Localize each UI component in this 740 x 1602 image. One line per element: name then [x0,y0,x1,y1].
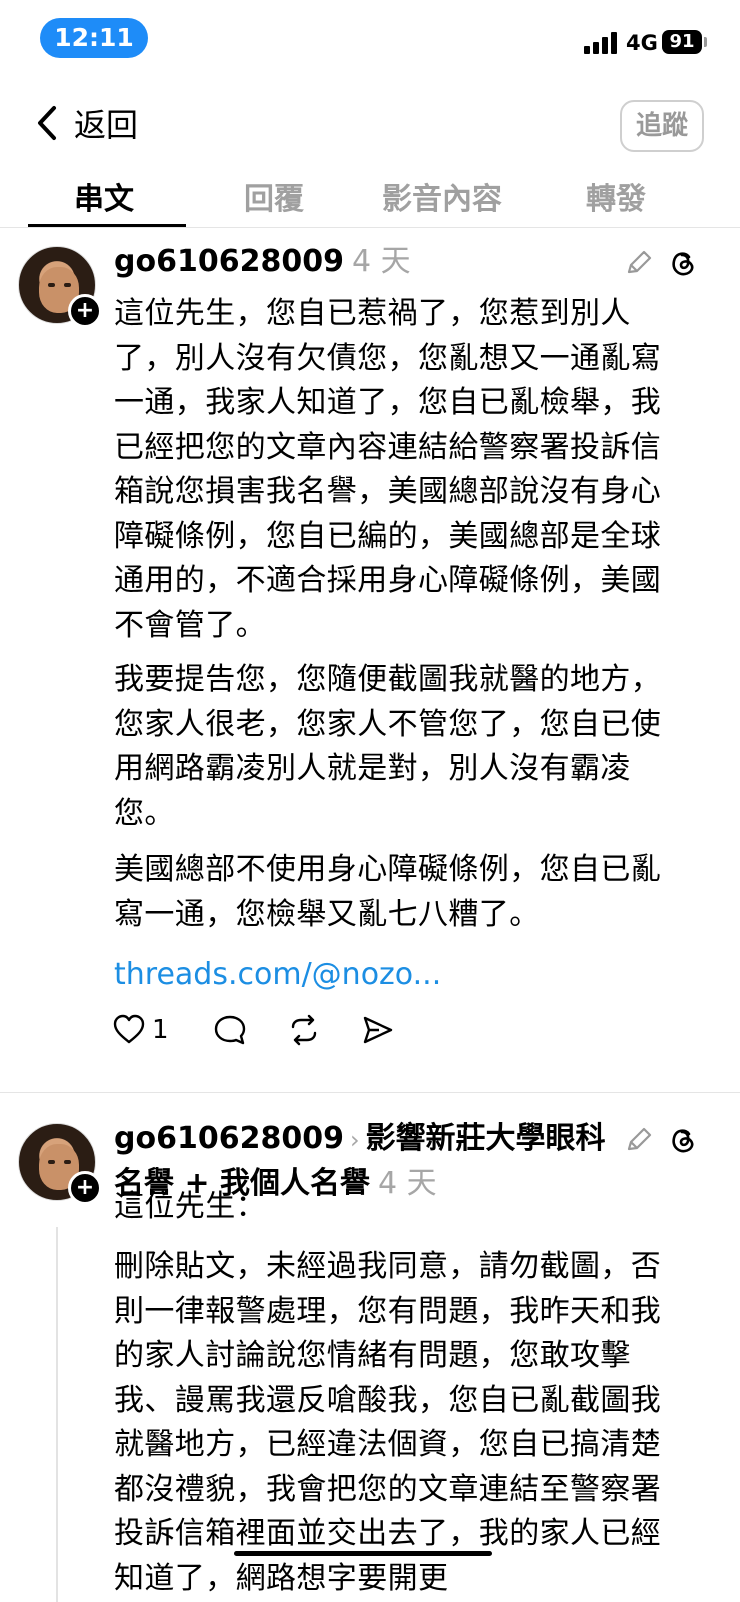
chevron-left-icon [38,106,56,140]
network-type: 4G [626,31,658,55]
status-time[interactable]: 12:11 [40,18,148,58]
topic-chevron-icon: › [349,1126,360,1154]
post-paragraph: 美國總部不使用身心障礙條例，您自已亂寫一通，您檢舉又亂七八糟了。 [114,852,662,932]
tab-reposts[interactable]: 轉發 [586,174,646,218]
profile-tabs: 串文 回覆 影音內容 轉發 [0,166,740,228]
threads-logo-icon[interactable] [668,248,698,278]
heart-icon[interactable] [112,1013,146,1047]
active-tab-indicator [28,224,186,227]
post-paragraph: 這位先生，您自已惹禍了，您惹到別人了，別人沒有欠債您，您亂想又一通亂寫一通，我家… [114,296,662,643]
share-icon[interactable] [361,1013,395,1047]
username[interactable]: go610628009 [114,1121,344,1156]
follow-plus-icon[interactable]: + [68,1171,102,1205]
tab-media[interactable]: 影音內容 [382,174,502,218]
post-author[interactable]: go610628009 4 天 [114,242,411,282]
post-paragraph: 我要提告您，您隨便截圖我就醫的地方，您家人很老，您家人不管您了，您自已使用網路霸… [114,662,662,831]
drawn-underline-mark [234,1551,492,1556]
follow-plus-icon[interactable]: + [68,294,102,328]
battery-icon: 91 [662,30,702,54]
signal-icon [584,30,620,54]
thread-post: + go610628009 4 天 這位先生，您自已惹禍了，您惹到別人了，別人沒有… [0,228,740,1092]
threads-logo-icon[interactable] [668,1125,698,1155]
post-link[interactable]: threads.com/@nozo... [114,953,441,997]
pencil-icon[interactable] [624,248,654,278]
comment-icon[interactable] [213,1013,247,1047]
thread-connector-line [56,1227,58,1602]
battery-tip [704,37,707,47]
follow-button[interactable]: 追蹤 [620,100,704,152]
thread-post: + go610628009 › 影響新莊大學眼科名譽 + 我個人名譽 4 天 這位先生… [0,1093,740,1602]
repost-icon[interactable] [287,1013,321,1047]
username[interactable]: go610628009 [114,244,344,279]
back-label: 返回 [74,106,139,144]
tab-threads[interactable]: 串文 [74,174,134,218]
like-count: 1 [152,1015,169,1045]
back-button[interactable]: 返回 [34,100,138,146]
pencil-icon[interactable] [624,1125,654,1155]
post-actions: 1 [112,1010,435,1050]
post-paragraph: 這位先生： [114,1189,266,1224]
tab-replies[interactable]: 回覆 [244,174,304,218]
status-bar: 12:11 4G 91 [0,0,740,80]
post-paragraph: 刪除貼文，未經過我同意，請勿截圖，否則一律報警處理，您有問題，我昨天和我的家人討… [114,1249,662,1596]
post-age: 4 天 [351,244,411,279]
